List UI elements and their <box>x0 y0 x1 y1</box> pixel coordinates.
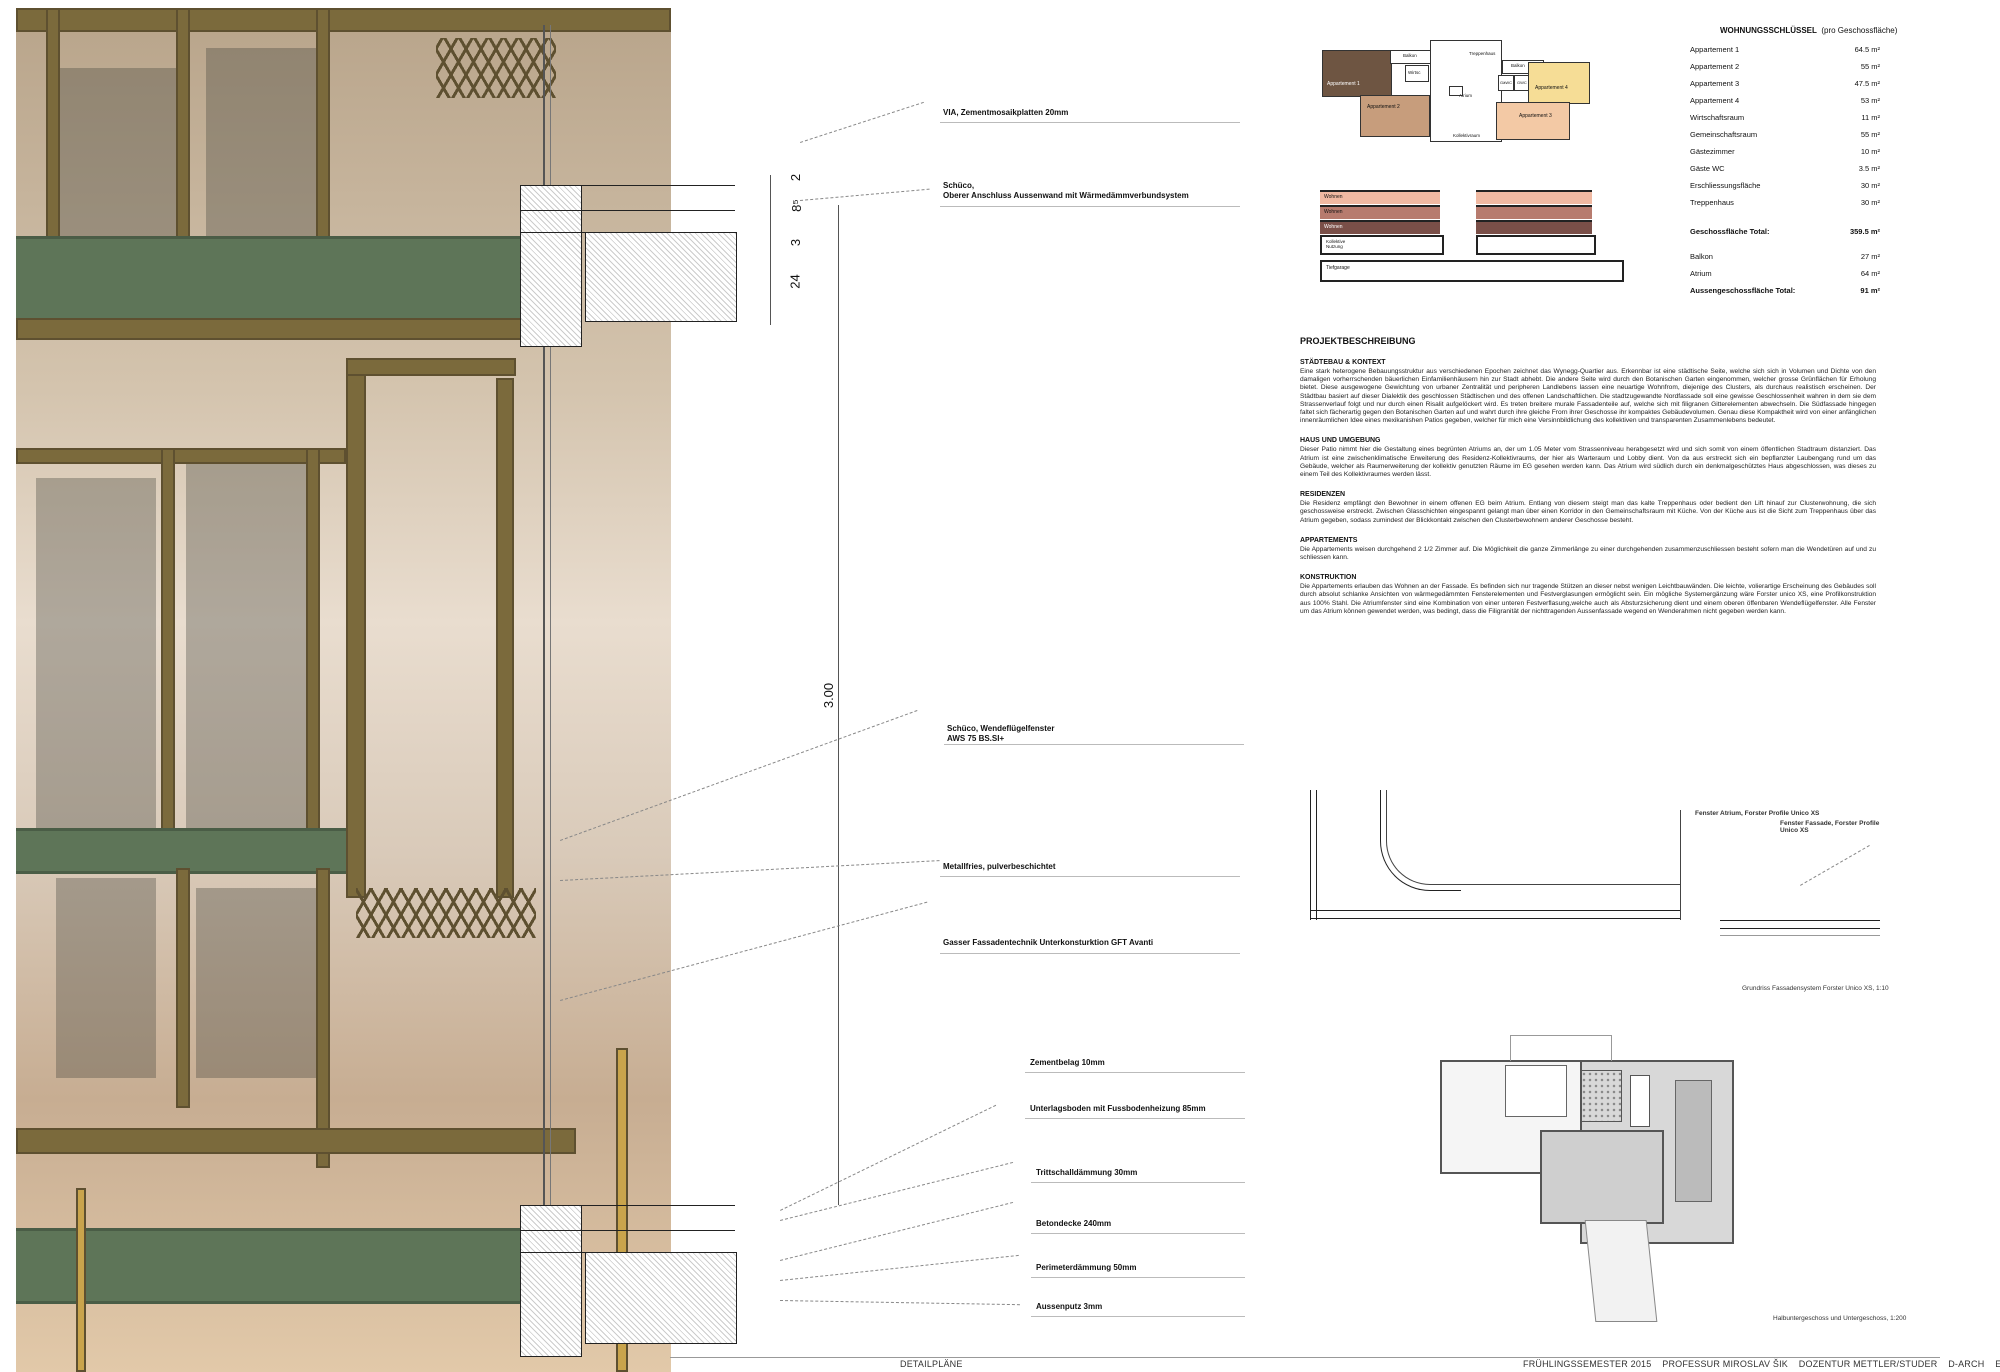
label-zementbelag: Zementbelag 10mm <box>1030 1058 1105 1067</box>
label-gasser: Gasser Fassadentechnik Unterkonsturktion… <box>943 938 1154 947</box>
section-layer-1: Wohnen <box>1320 190 1440 204</box>
wall-insulation <box>520 1205 582 1357</box>
description-heading: STÄDTEBAU & KONTEXT <box>1300 359 1386 366</box>
frame-post <box>306 448 320 868</box>
dimension-300: 3.00 <box>821 682 837 709</box>
plan-app1: Appartement 1 <box>1322 50 1392 97</box>
frame-post <box>176 868 190 1108</box>
plan-balkon-left: Balkon <box>1390 50 1432 64</box>
description-paragraph: Dieser Patio nimmt hier die Gestaltung e… <box>1300 446 1876 479</box>
window-pane <box>186 458 306 848</box>
frame-post <box>161 448 175 868</box>
description-paragraph: Eine stark heterogene Bebauungsstruktur … <box>1300 368 1876 425</box>
label-trittschall: Trittschalldämmung 30mm <box>1036 1168 1138 1177</box>
section-layer-4: Kollektive Nutzung <box>1320 235 1444 255</box>
description-heading: KONSTRUKTION <box>1300 574 1357 582</box>
apartment-key-plan: Appartement 1 Appartement 2 Balkon Wirts… <box>1320 40 1600 150</box>
section-layer-2: Wohnen <box>1320 205 1440 219</box>
section-layer-3: Wohnen <box>1320 220 1440 234</box>
dimension-2: 2 <box>788 173 804 182</box>
key-row: Appartement 3 47.5 m² <box>1690 79 1880 88</box>
concrete-slab-top <box>585 232 737 322</box>
footer-rule <box>670 1357 1940 1358</box>
frame-post <box>316 868 330 1168</box>
dimension-3: 3 <box>788 238 804 247</box>
dimension-line <box>770 175 771 325</box>
description-heading: HAUS UND UMGEBUNG <box>1300 437 1381 445</box>
key-outer-total: Aussengeschossfläche Total: 91 m² <box>1690 286 1880 295</box>
dimension-line <box>838 205 839 1205</box>
plan-wirtsch: Wirtsc <box>1405 65 1429 82</box>
building-section-diagram: Wohnen Wohnen Wohnen Kollektive Nutzung … <box>1320 190 1624 300</box>
label-metallfries: Metallfries, pulverbeschichtet <box>943 862 1056 871</box>
key-row: Atrium 64 m² <box>1690 269 1880 278</box>
window-frame-post <box>346 358 366 898</box>
key-row: Gästezimmer 10 m² <box>1690 147 1880 156</box>
key-row: Appartement 4 53 m² <box>1690 96 1880 105</box>
description-title: PROJEKTBESCHREIBUNG <box>1300 336 1416 346</box>
label-via: VIA, Zementmosaikplatten 20mm <box>943 108 1069 117</box>
description-heading: APPARTEMENTS <box>1300 536 1358 544</box>
plan-app4: Appartement 4 <box>1528 62 1590 104</box>
key-row: Wirtschaftsraum 11 m² <box>1690 113 1880 122</box>
description-heading: RESIDENZEN <box>1300 491 1346 499</box>
detail-caption: Grundriss Fassadensystem Forster Unico X… <box>1742 985 1889 992</box>
basement-floor-plan <box>1430 1030 1734 1330</box>
window-pane <box>36 478 156 848</box>
label-betondecke: Betondecke 240mm <box>1036 1219 1112 1228</box>
plan-app3: Appartement 3 <box>1496 102 1570 140</box>
gold-post <box>76 1188 86 1372</box>
key-row: Appartement 2 55 m² <box>1690 62 1880 71</box>
dimension-24: 24 <box>787 274 803 289</box>
key-title: WOHNUNGSSCHLÜSSEL (pro Geschossfläche) <box>1720 26 1898 35</box>
frame-beam <box>16 448 346 464</box>
green-slab-band <box>16 1228 536 1304</box>
facade-detail-drawing: Fenster Atrium, Forster Profile Unico XS… <box>1300 790 1880 940</box>
key-row: Appartement 1 64.5 m² <box>1690 45 1880 54</box>
facade-section-drawing: 2 8⁵ 3 24 3.00 <box>480 20 1260 1360</box>
key-row: Gemeinschaftsraum 55 m² <box>1690 130 1880 139</box>
plan-app2: Appartement 2 <box>1360 95 1430 137</box>
label-schueco-window-1: Schüco, Wendeflügelfenster <box>947 724 1055 733</box>
label-unterlagsboden: Unterlagsboden mit Fussbodenheizung 85mm <box>1030 1104 1206 1113</box>
label-schueco-top-1: Schüco, <box>943 181 975 190</box>
section-layer-5: Tiefgarage <box>1320 260 1624 282</box>
label-schueco-top-2: Oberer Anschluss Aussenwand mit Wärmedäm… <box>943 191 1189 200</box>
footer-credits: FRÜHLINGSSEMESTER 2015 PROFESSUR MIROSLA… <box>1523 1359 2000 1369</box>
description-paragraph: Die Appartements erlauben das Wohnen an … <box>1300 583 1876 615</box>
window-pane <box>196 888 316 1078</box>
label-perimeter: Perimeterdämmung 50mm <box>1036 1263 1137 1272</box>
plan-caption: Halbuntergeschoss und Untergeschoss, 1:2… <box>1773 1315 1907 1322</box>
description-paragraph: Die Residenz empfängt den Bewohner in ei… <box>1300 500 1876 524</box>
footer-title: DETAILPLÄNE <box>900 1359 963 1369</box>
key-row: Gäste WC 3.5 m² <box>1690 164 1880 173</box>
label-aussenputz: Aussenputz 3mm <box>1036 1302 1103 1311</box>
key-row: Balkon 27 m² <box>1690 252 1880 261</box>
window-pane <box>56 878 156 1078</box>
label-schueco-window-2: AWS 75 BS.SI+ <box>947 734 1005 743</box>
plan-atrium-core: Treppenhaus Atrium Kollektivraum <box>1430 40 1502 142</box>
dimension-85: 8⁵ <box>788 199 804 212</box>
key-row: Erschliessungsfläche 30 m² <box>1690 181 1880 190</box>
key-total: Geschossfläche Total: 359.5 m² <box>1690 227 1880 236</box>
description-body: STÄDTEBAU & KONTEXT Eine stark heterogene… <box>1300 355 1876 616</box>
concrete-slab-bottom <box>585 1252 737 1344</box>
plan-gemwc: GäWC <box>1498 75 1514 91</box>
key-row: Treppenhaus 30 m² <box>1690 198 1880 207</box>
description-paragraph: Die Appartements weisen durchgehend 2 1/… <box>1300 545 1876 562</box>
